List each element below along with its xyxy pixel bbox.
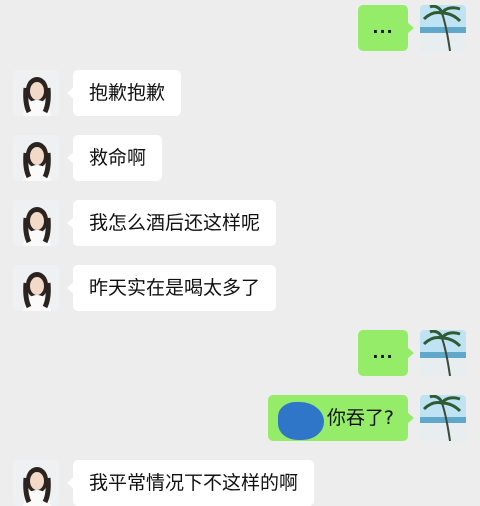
contact-avatar[interactable] <box>13 460 59 506</box>
girl-portrait-icon <box>13 135 59 181</box>
palm-beach-icon <box>420 395 466 441</box>
redaction-scribble <box>278 402 324 440</box>
palm-beach-icon <box>420 5 466 51</box>
message-bubble-incoming[interactable]: 救命啊 <box>66 135 163 181</box>
girl-portrait-icon <box>13 265 59 311</box>
message-bubble-outgoing[interactable]: ... <box>358 5 414 51</box>
self-avatar[interactable] <box>420 395 466 441</box>
message-bubble-outgoing[interactable]: ... <box>358 330 414 376</box>
girl-portrait-icon <box>13 200 59 246</box>
contact-avatar[interactable] <box>13 70 59 116</box>
message-bubble-incoming[interactable]: 抱歉抱歉 <box>66 70 182 116</box>
girl-portrait-icon <box>13 70 59 116</box>
palm-beach-icon <box>420 330 466 376</box>
message-bubble-incoming[interactable]: 我平常情况下不这样的啊 <box>66 460 315 506</box>
message-bubble-incoming[interactable]: 昨天实在是喝太多了 <box>66 265 277 311</box>
contact-avatar[interactable] <box>13 135 59 181</box>
self-avatar[interactable] <box>420 5 466 51</box>
message-bubble-incoming[interactable]: 我怎么酒后还这样呢 <box>66 200 277 246</box>
contact-avatar[interactable] <box>13 265 59 311</box>
contact-avatar[interactable] <box>13 200 59 246</box>
self-avatar[interactable] <box>420 330 466 376</box>
chat-view: ... 抱歉抱歉 救命啊 我怎么酒后还这样呢 昨天实在是喝太多了 ... 你吞了… <box>0 0 480 506</box>
girl-portrait-icon <box>13 460 59 506</box>
